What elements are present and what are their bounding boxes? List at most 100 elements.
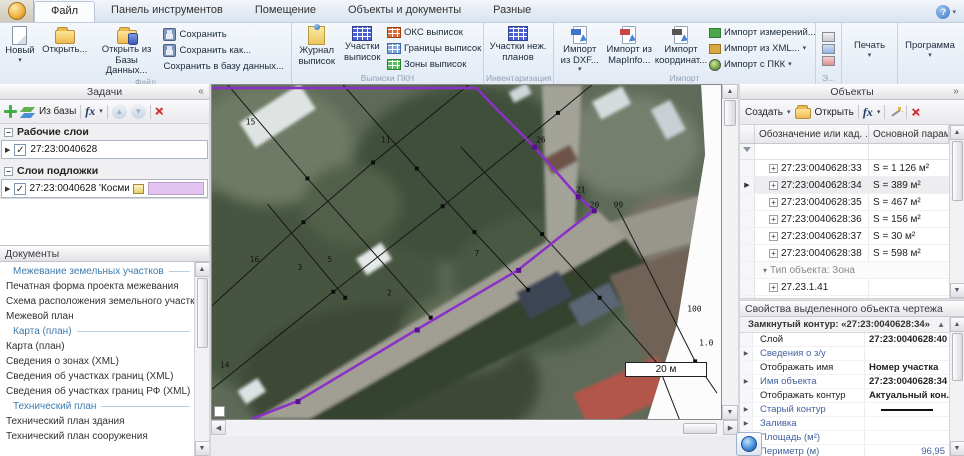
journal-vypisok-button[interactable]: Журнал выписок	[294, 24, 340, 73]
map-vertical-scrollbar[interactable]: ▲ ▼	[722, 84, 738, 420]
scrollbar-thumb[interactable]	[683, 423, 717, 434]
table-row[interactable]: ▶ + ▾ 27:23:0040628:38 S = 598 м²	[740, 245, 949, 262]
help-button[interactable]: ? ▾	[936, 5, 956, 19]
column-header-parameter[interactable]: Основной параметр	[869, 125, 949, 143]
from-base-button[interactable]: Из базы	[39, 106, 76, 117]
row-expander-icon[interactable]: ▶	[5, 146, 10, 154]
granitsy-vypisok-button[interactable]: Границы выписок	[385, 41, 481, 57]
add-layer-button[interactable]	[4, 105, 17, 118]
property-value[interactable]: 27:23:0040628:34	[865, 375, 949, 388]
scroll-up-icon[interactable]: ▲	[195, 262, 210, 277]
group-collapse-icon[interactable]: ▾	[763, 266, 767, 275]
program-button[interactable]: Программа ▾	[900, 38, 960, 59]
scrollbar-thumb[interactable]	[197, 278, 208, 348]
table-row[interactable]: ▶ + ▾ Тип объекта: Зона	[740, 262, 949, 279]
delete-layer-button[interactable]: ×	[155, 105, 164, 118]
expand-plus-icon[interactable]: +	[769, 181, 778, 190]
document-item[interactable]: Сведения об участках границ РФ (XML)	[0, 384, 194, 399]
table-row[interactable]: ▶ + ▾ 27:23:0040628:35 S = 467 м²	[740, 194, 949, 211]
table-row[interactable]: ▶ + ▾ 27:23:0040628:36 S = 156 м²	[740, 211, 949, 228]
import-pkk-button[interactable]: Импорт с ПКК ▾	[707, 57, 813, 73]
document-item[interactable]: Сведения об участках границ (XML)	[0, 369, 194, 384]
scroll-down-icon[interactable]: ▼	[950, 283, 964, 298]
open-from-db-button[interactable]: Открыть из Базы Данных...	[92, 24, 162, 77]
new-button[interactable]: Новый ▾	[2, 24, 38, 77]
create-button[interactable]: Создать	[745, 107, 783, 118]
property-value[interactable]	[865, 347, 949, 360]
document-item[interactable]: Схема расположения земельного участка	[0, 294, 194, 309]
document-item[interactable]: Карта (план)	[0, 339, 194, 354]
filter-row[interactable]	[740, 144, 949, 160]
uchastki-mezh-planov-button[interactable]: Участки неж. планов	[486, 24, 550, 73]
delete-object-button[interactable]: ×	[911, 106, 920, 119]
export-doc-red-icon[interactable]	[822, 56, 835, 66]
property-value[interactable]	[865, 417, 949, 430]
scrollbar-thumb[interactable]	[952, 333, 963, 381]
property-value[interactable]	[865, 431, 949, 444]
document-item[interactable]: Технический план	[0, 399, 194, 414]
settings-wand-icon[interactable]	[889, 106, 902, 119]
map-canvas[interactable]: 151116142621209925371.0100 20 м	[211, 84, 722, 420]
ribbon-tab[interactable]: Объекты и документы	[332, 1, 477, 22]
property-row[interactable]: ▶ Периметр (м) 96,95	[740, 445, 949, 456]
scroll-down-icon[interactable]: ▼	[195, 441, 210, 456]
document-item[interactable]: Межевание земельных участков	[0, 264, 194, 279]
save-button[interactable]: Сохранить	[161, 26, 289, 42]
collapse-left-icon[interactable]: «	[193, 86, 209, 97]
documents-scrollbar[interactable]: ▲ ▼	[194, 262, 209, 456]
uchastki-vypisok-button[interactable]: Участки выписок	[340, 24, 386, 73]
table-row[interactable]: ▶ + ▾ 27:23:0040628:37 S = 30 м²	[740, 228, 949, 245]
chevron-down-icon[interactable]: ▾	[99, 108, 103, 115]
document-item[interactable]: Карта (план)	[0, 324, 194, 339]
working-layers-group[interactable]: − Рабочие слои	[0, 124, 209, 140]
ribbon-tab[interactable]: Помещение	[239, 1, 332, 22]
save-as-button[interactable]: Сохранить как...	[161, 42, 289, 58]
property-value[interactable]: 27:23:0040628:40	[865, 333, 949, 346]
document-item[interactable]: Печатная форма проекта межевания	[0, 279, 194, 294]
import-dxf-button[interactable]: Импорт из DXF... ▾	[556, 24, 604, 73]
expand-plus-icon[interactable]: +	[769, 198, 778, 207]
collapse-up-icon[interactable]: ▲	[937, 320, 945, 329]
zony-vypisok-button[interactable]: Зоны выписок	[385, 57, 481, 73]
move-layer-down-button[interactable]: ▼	[131, 104, 146, 119]
property-value[interactable]	[865, 403, 949, 416]
save-to-db-button[interactable]: Сохранить в базу данных...	[161, 58, 289, 74]
layer-visibility-checkbox[interactable]: ✓	[14, 144, 26, 156]
import-xml-button[interactable]: Импорт из XML... ▾	[707, 41, 813, 57]
scrollbar-thumb[interactable]	[724, 100, 736, 126]
scroll-down-icon[interactable]: ▼	[722, 405, 738, 420]
document-item[interactable]: Технический план сооружения	[0, 429, 194, 444]
import-mapinfo-button[interactable]: Импорт из MapInfo...	[604, 24, 655, 73]
property-row[interactable]: ▶ Отображать контур Актуальный кон...	[740, 389, 949, 403]
objects-scrollbar[interactable]: ▲ ▼	[949, 125, 964, 298]
scroll-up-icon[interactable]: ▲	[950, 125, 964, 140]
oks-vypisok-button[interactable]: ОКС выписок	[385, 25, 481, 41]
collapse-minus-icon[interactable]: −	[4, 167, 13, 176]
print-button[interactable]: Печать ▾	[845, 38, 895, 59]
property-row[interactable]: ▶ Отображать имя Номер участка	[740, 361, 949, 375]
globe-button[interactable]	[736, 432, 762, 456]
layer-color-swatch[interactable]	[148, 182, 204, 195]
app-menu-button[interactable]	[0, 0, 34, 22]
row-expander-icon[interactable]: ▶	[5, 185, 10, 193]
fx-button[interactable]: fx	[863, 105, 873, 120]
expand-plus-icon[interactable]: +	[769, 232, 778, 241]
scroll-down-icon[interactable]: ▼	[950, 441, 964, 456]
export-doc-blue-icon[interactable]	[822, 44, 835, 54]
properties-scrollbar[interactable]: ▲ ▼	[949, 317, 964, 456]
property-row[interactable]: ▶ Слой 27:23:0040628:40	[740, 333, 949, 347]
scroll-up-icon[interactable]: ▲	[950, 317, 964, 332]
open-button[interactable]: Открыть	[815, 107, 854, 118]
document-item[interactable]: Сведения о зонах (XML)	[0, 354, 194, 369]
export-doc-gray-icon[interactable]	[822, 32, 835, 42]
expand-plus-icon[interactable]: +	[769, 249, 778, 258]
document-item[interactable]: Межевой план	[0, 309, 194, 324]
map-horizontal-scrollbar[interactable]: ◀ ▶	[211, 420, 738, 436]
expand-plus-icon[interactable]: +	[769, 283, 778, 292]
table-row[interactable]: ▶ + ▾ 27.23.1.41	[740, 279, 949, 296]
open-button[interactable]: Открыть...	[38, 24, 92, 77]
scroll-left-icon[interactable]: ◀	[211, 420, 226, 435]
property-row[interactable]: ▶ Сведения о з/у	[740, 347, 949, 361]
property-value[interactable]: Номер участка	[865, 361, 949, 374]
expand-plus-icon[interactable]: +	[769, 215, 778, 224]
